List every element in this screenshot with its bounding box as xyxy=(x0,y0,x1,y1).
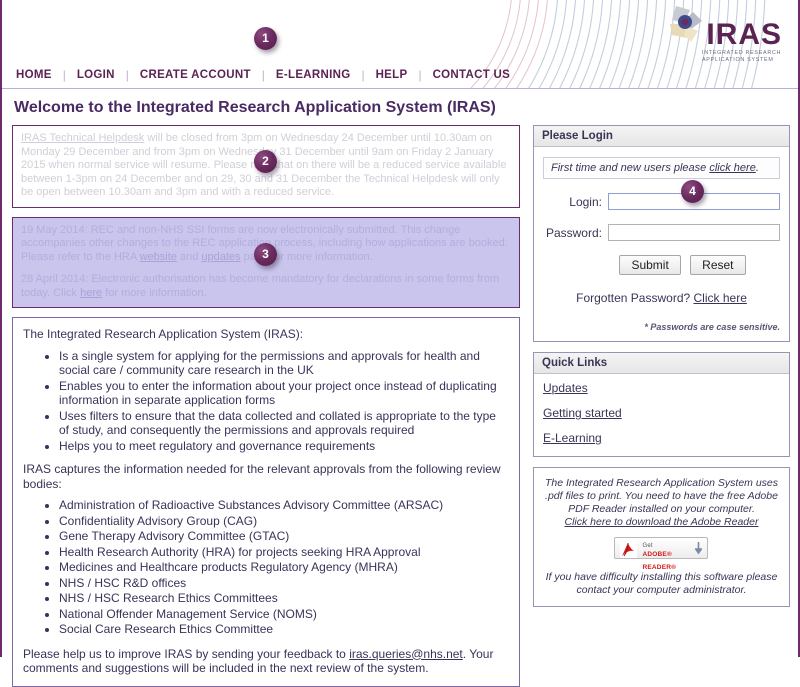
case-sensitive-note: * Passwords are case sensitive. xyxy=(644,322,780,332)
first-time-text: First time and new users please xyxy=(551,162,710,174)
list-item: Gene Therapy Advisory Committee (GTAC) xyxy=(59,529,509,544)
quick-link-e-learning[interactable]: E-Learning xyxy=(543,431,780,445)
annotation-marker-3: 3 xyxy=(254,243,277,266)
about-iras-box: The Integrated Research Application Syst… xyxy=(12,317,520,687)
login-panel-body: First time and new users please click he… xyxy=(534,147,789,341)
hra-website-link[interactable]: website xyxy=(140,251,177,263)
right-column: Please Login First time and new users pl… xyxy=(533,125,790,687)
list-item: Enables you to enter the information abo… xyxy=(59,379,509,408)
review-bodies-list: Administration of Radioactive Substances… xyxy=(23,498,509,637)
nav-item-contact-us[interactable]: CONTACT US xyxy=(422,69,522,81)
list-item: Administration of Radioactive Substances… xyxy=(59,498,509,513)
list-item: Medicines and Healthcare products Regula… xyxy=(59,560,509,575)
list-item: NHS / HSC R&D offices xyxy=(59,576,509,591)
list-item: Is a single system for applying for the … xyxy=(59,349,509,378)
list-item: Helps you to meet regulatory and governa… xyxy=(59,439,509,454)
feedback-text: Please help us to improve IRAS by sendin… xyxy=(23,647,509,676)
first-time-click-here-link[interactable]: click here xyxy=(709,162,755,174)
list-item: NHS / HSC Research Ethics Committees xyxy=(59,591,509,606)
helpdesk-link[interactable]: IRAS Technical Helpdesk xyxy=(21,132,144,144)
list-item: Social Care Research Ethics Committee xyxy=(59,622,509,637)
logo-wordmark: IRAS xyxy=(706,18,782,51)
first-time-suffix: . xyxy=(755,162,759,174)
feedback-email-link[interactable]: iras.queries@nhs.net xyxy=(349,647,463,661)
content-columns: IRAS Technical Helpdesk will be closed f… xyxy=(2,125,798,687)
features-list: Is a single system for applying for the … xyxy=(23,349,509,454)
annotation-marker-1: 1 xyxy=(254,27,277,50)
login-buttons: Submit Reset xyxy=(585,255,780,275)
nav-item-home[interactable]: HOME xyxy=(16,69,63,81)
nav-item-login[interactable]: LOGIN xyxy=(66,69,126,81)
feedback-text-1: Please help us to improve IRAS by sendin… xyxy=(23,646,350,661)
quick-links-title: Quick Links xyxy=(534,353,789,374)
reset-button[interactable]: Reset xyxy=(690,255,746,275)
login-label: Login: xyxy=(569,194,602,209)
forgot-password-row: Forgotten Password? Click here xyxy=(543,291,780,305)
login-panel-title: Please Login xyxy=(534,126,789,147)
annotation-marker-4: 4 xyxy=(681,180,704,203)
password-input[interactable] xyxy=(607,224,780,241)
download-arrow-icon xyxy=(695,542,703,555)
list-item: Uses filters to ensure that the data col… xyxy=(59,409,509,438)
hra-updates-link[interactable]: updates xyxy=(201,251,240,263)
site-header: IRAS INTEGRATED RESEARCH APPLICATION SYS… xyxy=(2,0,798,89)
forgot-password-link[interactable]: Click here xyxy=(694,291,747,305)
quick-link-updates[interactable]: Updates xyxy=(543,381,780,395)
about-intro: The Integrated Research Application Syst… xyxy=(23,327,304,341)
password-label: Password: xyxy=(545,225,602,240)
list-item: Health Research Authority (HRA) for proj… xyxy=(59,545,509,560)
forgot-password-text: Forgotten Password? xyxy=(576,291,694,305)
login-field-row: Login: xyxy=(543,193,780,210)
password-field-row: Password: xyxy=(543,224,780,241)
login-panel: Please Login First time and new users pl… xyxy=(533,125,790,342)
quick-links-body: Updates Getting started E-Learning xyxy=(534,374,789,456)
page-title: Welcome to the Integrated Research Appli… xyxy=(14,99,496,116)
page-root: IRAS INTEGRATED RESEARCH APPLICATION SYS… xyxy=(0,0,800,687)
bodies-intro: IRAS captures the information needed for… xyxy=(23,462,501,491)
submit-button[interactable]: Submit xyxy=(619,255,681,275)
left-column: IRAS Technical Helpdesk will be closed f… xyxy=(12,125,520,687)
list-item: Confidentiality Advisory Group (CAG) xyxy=(59,514,509,529)
updates-notice-item-2: 28 April 2014: Electronic authorisation … xyxy=(21,273,511,300)
quick-link-getting-started[interactable]: Getting started xyxy=(543,406,780,420)
logo-subtitle-line1: INTEGRATED RESEARCH xyxy=(702,50,782,56)
annotation-marker-2: 2 xyxy=(254,150,277,173)
first-time-users-notice: First time and new users please click he… xyxy=(543,157,780,179)
iras-pinwheel-icon xyxy=(670,6,702,42)
adobe-acrobat-icon xyxy=(620,541,638,558)
pdf-reader-notice: The Integrated Research Application Syst… xyxy=(533,467,790,607)
list-item: National Offender Management Service (NO… xyxy=(59,607,509,622)
updates-item2-text2: for more information. xyxy=(102,286,207,299)
e-authorisation-link[interactable]: here xyxy=(80,287,102,299)
get-adobe-reader-button[interactable]: Get ADOBE® READER® xyxy=(614,537,709,571)
main-navigation: HOME | LOGIN | CREATE ACCOUNT | E-LEARNI… xyxy=(2,62,798,88)
nav-item-e-learning[interactable]: E-LEARNING xyxy=(265,69,362,81)
nav-item-create-account[interactable]: CREATE ACCOUNT xyxy=(129,69,262,81)
pdf-notice-line2: If you have difficulty installing this s… xyxy=(545,571,778,596)
pdf-notice-line1: The Integrated Research Application Syst… xyxy=(544,477,779,515)
nav-item-help[interactable]: HELP xyxy=(365,69,419,81)
quick-links-panel: Quick Links Updates Getting started E-Le… xyxy=(533,352,790,457)
updates-item1-text2: and xyxy=(176,250,202,263)
adobe-download-link[interactable]: Click here to download the Adobe Reader xyxy=(565,516,759,528)
